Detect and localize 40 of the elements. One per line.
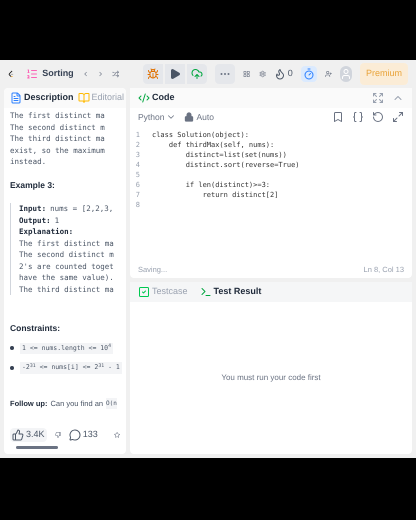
dislike-icon[interactable] xyxy=(54,429,61,441)
problem-list-button[interactable]: Sorting xyxy=(26,67,74,81)
timer-icon xyxy=(302,68,315,80)
code-tab[interactable]: Code xyxy=(138,91,174,105)
bullet-icon xyxy=(10,346,14,350)
mode-label: Auto xyxy=(184,110,214,124)
bug-icon xyxy=(147,68,160,80)
terminal-icon xyxy=(200,286,212,298)
user-icon xyxy=(340,68,352,80)
more-button[interactable] xyxy=(215,64,236,84)
document-icon xyxy=(10,92,22,104)
submit-button[interactable] xyxy=(187,64,208,84)
book-icon xyxy=(78,92,90,104)
lock-icon xyxy=(184,112,194,122)
example-title: Example 3: xyxy=(10,180,56,191)
comments-button[interactable]: 133 xyxy=(68,428,98,442)
bookmark-icon[interactable] xyxy=(332,111,344,123)
code-icon xyxy=(138,92,150,104)
empty-message: You must run your code first xyxy=(221,372,321,384)
play-icon xyxy=(169,68,182,80)
reset-icon[interactable] xyxy=(372,111,384,123)
expand-icon[interactable] xyxy=(392,111,404,123)
panel-tab[interactable]: Description xyxy=(10,91,74,105)
numbered-list-icon xyxy=(26,68,38,80)
like-button[interactable]: 3.4K xyxy=(10,428,47,442)
thumbs-up-icon xyxy=(12,429,24,441)
format-icon[interactable] xyxy=(352,111,364,123)
panel-tab[interactable]: Test Result xyxy=(200,285,262,299)
language-select[interactable]: Python xyxy=(138,110,176,124)
checkbox-icon xyxy=(138,286,150,298)
fullscreen-icon[interactable] xyxy=(372,92,384,104)
flame-icon xyxy=(274,68,286,80)
timer-button[interactable] xyxy=(300,66,317,82)
run-button[interactable] xyxy=(165,64,186,84)
constraints-title: Constraints: xyxy=(10,323,62,334)
cloud-upload-icon xyxy=(191,68,204,80)
streak-counter[interactable]: 0 xyxy=(274,67,293,81)
comment-icon xyxy=(68,429,81,441)
bullet-icon xyxy=(10,366,14,370)
debug-button[interactable] xyxy=(143,64,164,84)
